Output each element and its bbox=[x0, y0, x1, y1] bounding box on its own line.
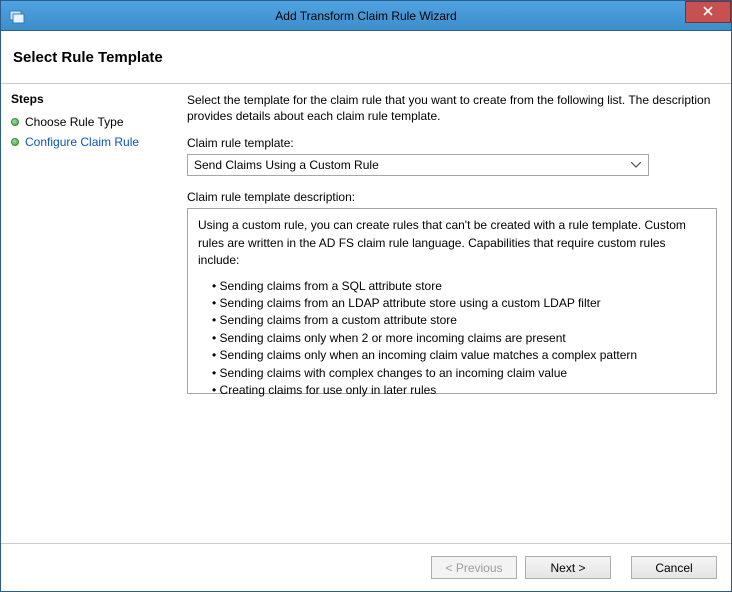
page-title: Select Rule Template bbox=[13, 49, 163, 66]
description-intro: Using a custom rule, you can create rule… bbox=[198, 217, 706, 269]
bullet-item: Sending claims only when 2 or more incom… bbox=[212, 330, 706, 347]
wizard-body: Steps Choose Rule Type Configure Claim R… bbox=[1, 84, 731, 543]
description-box: Using a custom rule, you can create rule… bbox=[187, 208, 717, 394]
template-label: Claim rule template: bbox=[187, 136, 717, 150]
step-configure-claim-rule[interactable]: Configure Claim Rule bbox=[11, 132, 167, 152]
page-header: Select Rule Template bbox=[1, 31, 731, 84]
wizard-window: Add Transform Claim Rule Wizard Select R… bbox=[0, 0, 732, 592]
previous-button: < Previous bbox=[431, 556, 517, 579]
bullet-item: Sending claims from an LDAP attribute st… bbox=[212, 295, 706, 312]
description-label: Claim rule template description: bbox=[187, 190, 717, 204]
step-choose-rule-type[interactable]: Choose Rule Type bbox=[11, 112, 167, 132]
step-label: Choose Rule Type bbox=[25, 115, 124, 129]
step-bullet-icon bbox=[11, 118, 19, 126]
cancel-button[interactable]: Cancel bbox=[631, 556, 717, 579]
select-value: Send Claims Using a Custom Rule bbox=[194, 158, 379, 172]
description-bullets: Sending claims from a SQL attribute stor… bbox=[198, 278, 706, 400]
intro-text: Select the template for the claim rule t… bbox=[187, 92, 717, 124]
window-title: Add Transform Claim Rule Wizard bbox=[1, 9, 731, 23]
close-icon bbox=[703, 5, 713, 19]
bullet-item: Sending claims with complex changes to a… bbox=[212, 365, 706, 382]
step-bullet-icon bbox=[11, 138, 19, 146]
close-button[interactable] bbox=[685, 1, 731, 23]
bullet-item: Sending claims from a custom attribute s… bbox=[212, 312, 706, 329]
steps-title: Steps bbox=[11, 92, 167, 106]
wizard-footer: < Previous Next > Cancel bbox=[1, 543, 731, 591]
app-icon bbox=[9, 8, 25, 24]
titlebar: Add Transform Claim Rule Wizard bbox=[1, 1, 731, 31]
next-button[interactable]: Next > bbox=[525, 556, 611, 579]
bullet-item: Creating claims for use only in later ru… bbox=[212, 382, 706, 399]
claim-rule-template-select[interactable]: Send Claims Using a Custom Rule bbox=[187, 154, 649, 176]
bullet-item: Sending claims from a SQL attribute stor… bbox=[212, 278, 706, 295]
main-panel: Select the template for the claim rule t… bbox=[177, 84, 731, 543]
steps-sidebar: Steps Choose Rule Type Configure Claim R… bbox=[1, 84, 177, 543]
bullet-item: Sending claims only when an incoming cla… bbox=[212, 347, 706, 364]
chevron-down-icon bbox=[628, 156, 644, 174]
step-label: Configure Claim Rule bbox=[25, 135, 139, 149]
